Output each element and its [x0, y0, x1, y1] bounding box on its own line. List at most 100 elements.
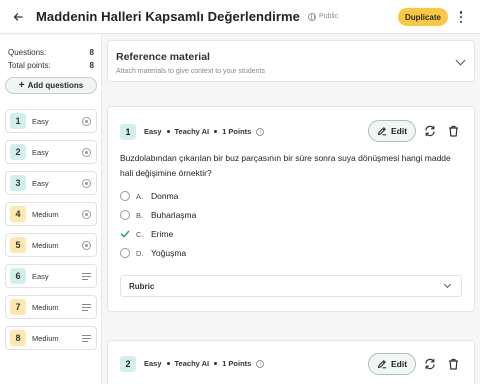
info-icon[interactable]: i: [256, 127, 265, 136]
radio-icon: [120, 248, 130, 258]
option-text: Yoğuşma: [151, 248, 187, 258]
question-text: Buzdolabından çıkarılan bir buz parçasın…: [120, 153, 451, 178]
sidebar-question-item[interactable]: 3 Easy: [5, 171, 97, 195]
option-letter: A.: [136, 191, 144, 201]
answer-option[interactable]: D. Yoğuşma: [120, 246, 186, 260]
sidebar-question-item[interactable]: 8 Medium: [5, 326, 97, 350]
question-card: 2 Easy Teachy AI 1 Points i Edit: [107, 340, 475, 384]
author-label: Teachy AI: [174, 127, 210, 136]
radio-icon: [82, 179, 91, 188]
visibility-label: Public: [318, 13, 339, 20]
question-meta: Easy Teachy AI 1 Points i: [144, 127, 265, 136]
difficulty-label: Easy: [144, 359, 162, 368]
points-label: 1 Points: [222, 359, 252, 368]
question-number: 1: [10, 113, 26, 129]
edit-button[interactable]: Edit: [368, 353, 416, 375]
add-questions-button[interactable]: + Add questions: [5, 77, 97, 94]
radio-icon: [82, 117, 91, 126]
questions-count-value: 8: [89, 48, 94, 57]
pencil-icon: [377, 360, 386, 369]
separator-dot: [166, 362, 170, 365]
question-sidebar: Questions: 8 Total points: 8 + Add quest…: [0, 35, 102, 384]
question-number: 7: [10, 299, 26, 315]
lines-icon: [82, 273, 91, 280]
pencil-icon: [377, 127, 386, 136]
sidebar-question-item[interactable]: 7 Medium: [5, 295, 97, 319]
question-number: 2: [120, 356, 136, 372]
total-points-label: Total points:: [8, 61, 51, 70]
chevron-down-icon: [443, 280, 452, 289]
author-label: Teachy AI: [174, 359, 210, 368]
option-letter: B.: [136, 210, 144, 220]
separator-dot: [214, 130, 218, 133]
question-number: 2: [10, 144, 26, 160]
points-label: 1 Points: [222, 127, 252, 136]
reference-title: Reference material: [116, 51, 210, 63]
edit-label: Edit: [390, 126, 408, 136]
radio-icon: [82, 210, 91, 219]
question-meta: Easy Teachy AI 1 Points i: [144, 359, 265, 368]
difficulty-label: Easy: [32, 178, 49, 188]
back-arrow-icon[interactable]: [10, 9, 26, 25]
total-points: Total points: 8: [8, 61, 94, 70]
answer-option-correct[interactable]: C. Erime: [120, 227, 173, 241]
trash-icon[interactable]: [446, 124, 460, 138]
sidebar-question-item[interactable]: 2 Easy: [5, 140, 97, 164]
lines-icon: [82, 304, 91, 311]
difficulty-label: Medium: [32, 240, 59, 250]
separator-dot: [214, 362, 218, 365]
sidebar-question-item[interactable]: 5 Medium: [5, 233, 97, 257]
separator-dot: [166, 130, 170, 133]
question-number: 4: [10, 206, 26, 222]
difficulty-label: Easy: [144, 127, 162, 136]
add-questions-label: Add questions: [27, 81, 84, 90]
trash-icon[interactable]: [446, 357, 460, 371]
difficulty-label: Medium: [32, 302, 59, 312]
option-letter: D.: [136, 248, 144, 258]
difficulty-label: Easy: [32, 147, 49, 157]
questions-count-label: Questions:: [8, 48, 47, 57]
questions-count: Questions: 8: [8, 48, 94, 57]
question-number: 1: [120, 124, 136, 140]
regenerate-icon[interactable]: [423, 357, 437, 371]
visibility-badge: Public: [307, 12, 339, 21]
rubric-dropdown[interactable]: Rubric: [120, 275, 462, 297]
chevron-down-icon[interactable]: [455, 55, 466, 66]
total-points-value: 8: [89, 61, 94, 70]
duplicate-button[interactable]: Duplicate: [398, 8, 448, 26]
question-number: 8: [10, 330, 26, 346]
option-text: Erime: [151, 229, 174, 239]
difficulty-label: Easy: [32, 116, 49, 126]
reference-subtitle: Attach materials to give context to your…: [116, 68, 266, 75]
edit-button[interactable]: Edit: [368, 120, 416, 142]
difficulty-label: Medium: [32, 333, 59, 343]
edit-label: Edit: [390, 359, 408, 369]
radio-icon: [120, 191, 130, 201]
sidebar-question-item[interactable]: 6 Easy: [5, 264, 97, 288]
radio-icon: [82, 241, 91, 250]
plus-icon: +: [18, 79, 25, 91]
sidebar-question-item[interactable]: 1 Easy: [5, 109, 97, 133]
question-number: 5: [10, 237, 26, 253]
reference-material-panel[interactable]: Reference material Attach materials to g…: [107, 40, 475, 82]
sidebar-question-item[interactable]: 4 Medium: [5, 202, 97, 226]
radio-icon: [82, 148, 91, 157]
question-card: 1 Easy Teachy AI 1 Points i Edit Buzdola…: [107, 106, 475, 312]
answer-option[interactable]: A. Donma: [120, 189, 178, 203]
more-options-icon[interactable]: [458, 10, 464, 24]
rubric-label: Rubric: [129, 281, 155, 291]
question-number: 6: [10, 268, 26, 284]
difficulty-label: Easy: [32, 271, 49, 281]
question-number: 3: [10, 175, 26, 191]
globe-icon: [307, 12, 316, 21]
option-text: Donma: [151, 191, 179, 201]
checkmark-icon: [120, 229, 130, 239]
option-letter: C.: [136, 229, 144, 239]
radio-icon: [120, 210, 130, 220]
page-title: Maddenin Halleri Kapsamlı Değerlendirme: [36, 9, 300, 24]
info-icon[interactable]: i: [256, 359, 265, 368]
lines-icon: [82, 335, 91, 342]
answer-option[interactable]: B. Buharlaşma: [120, 208, 196, 222]
difficulty-label: Medium: [32, 209, 59, 219]
regenerate-icon[interactable]: [423, 124, 437, 138]
